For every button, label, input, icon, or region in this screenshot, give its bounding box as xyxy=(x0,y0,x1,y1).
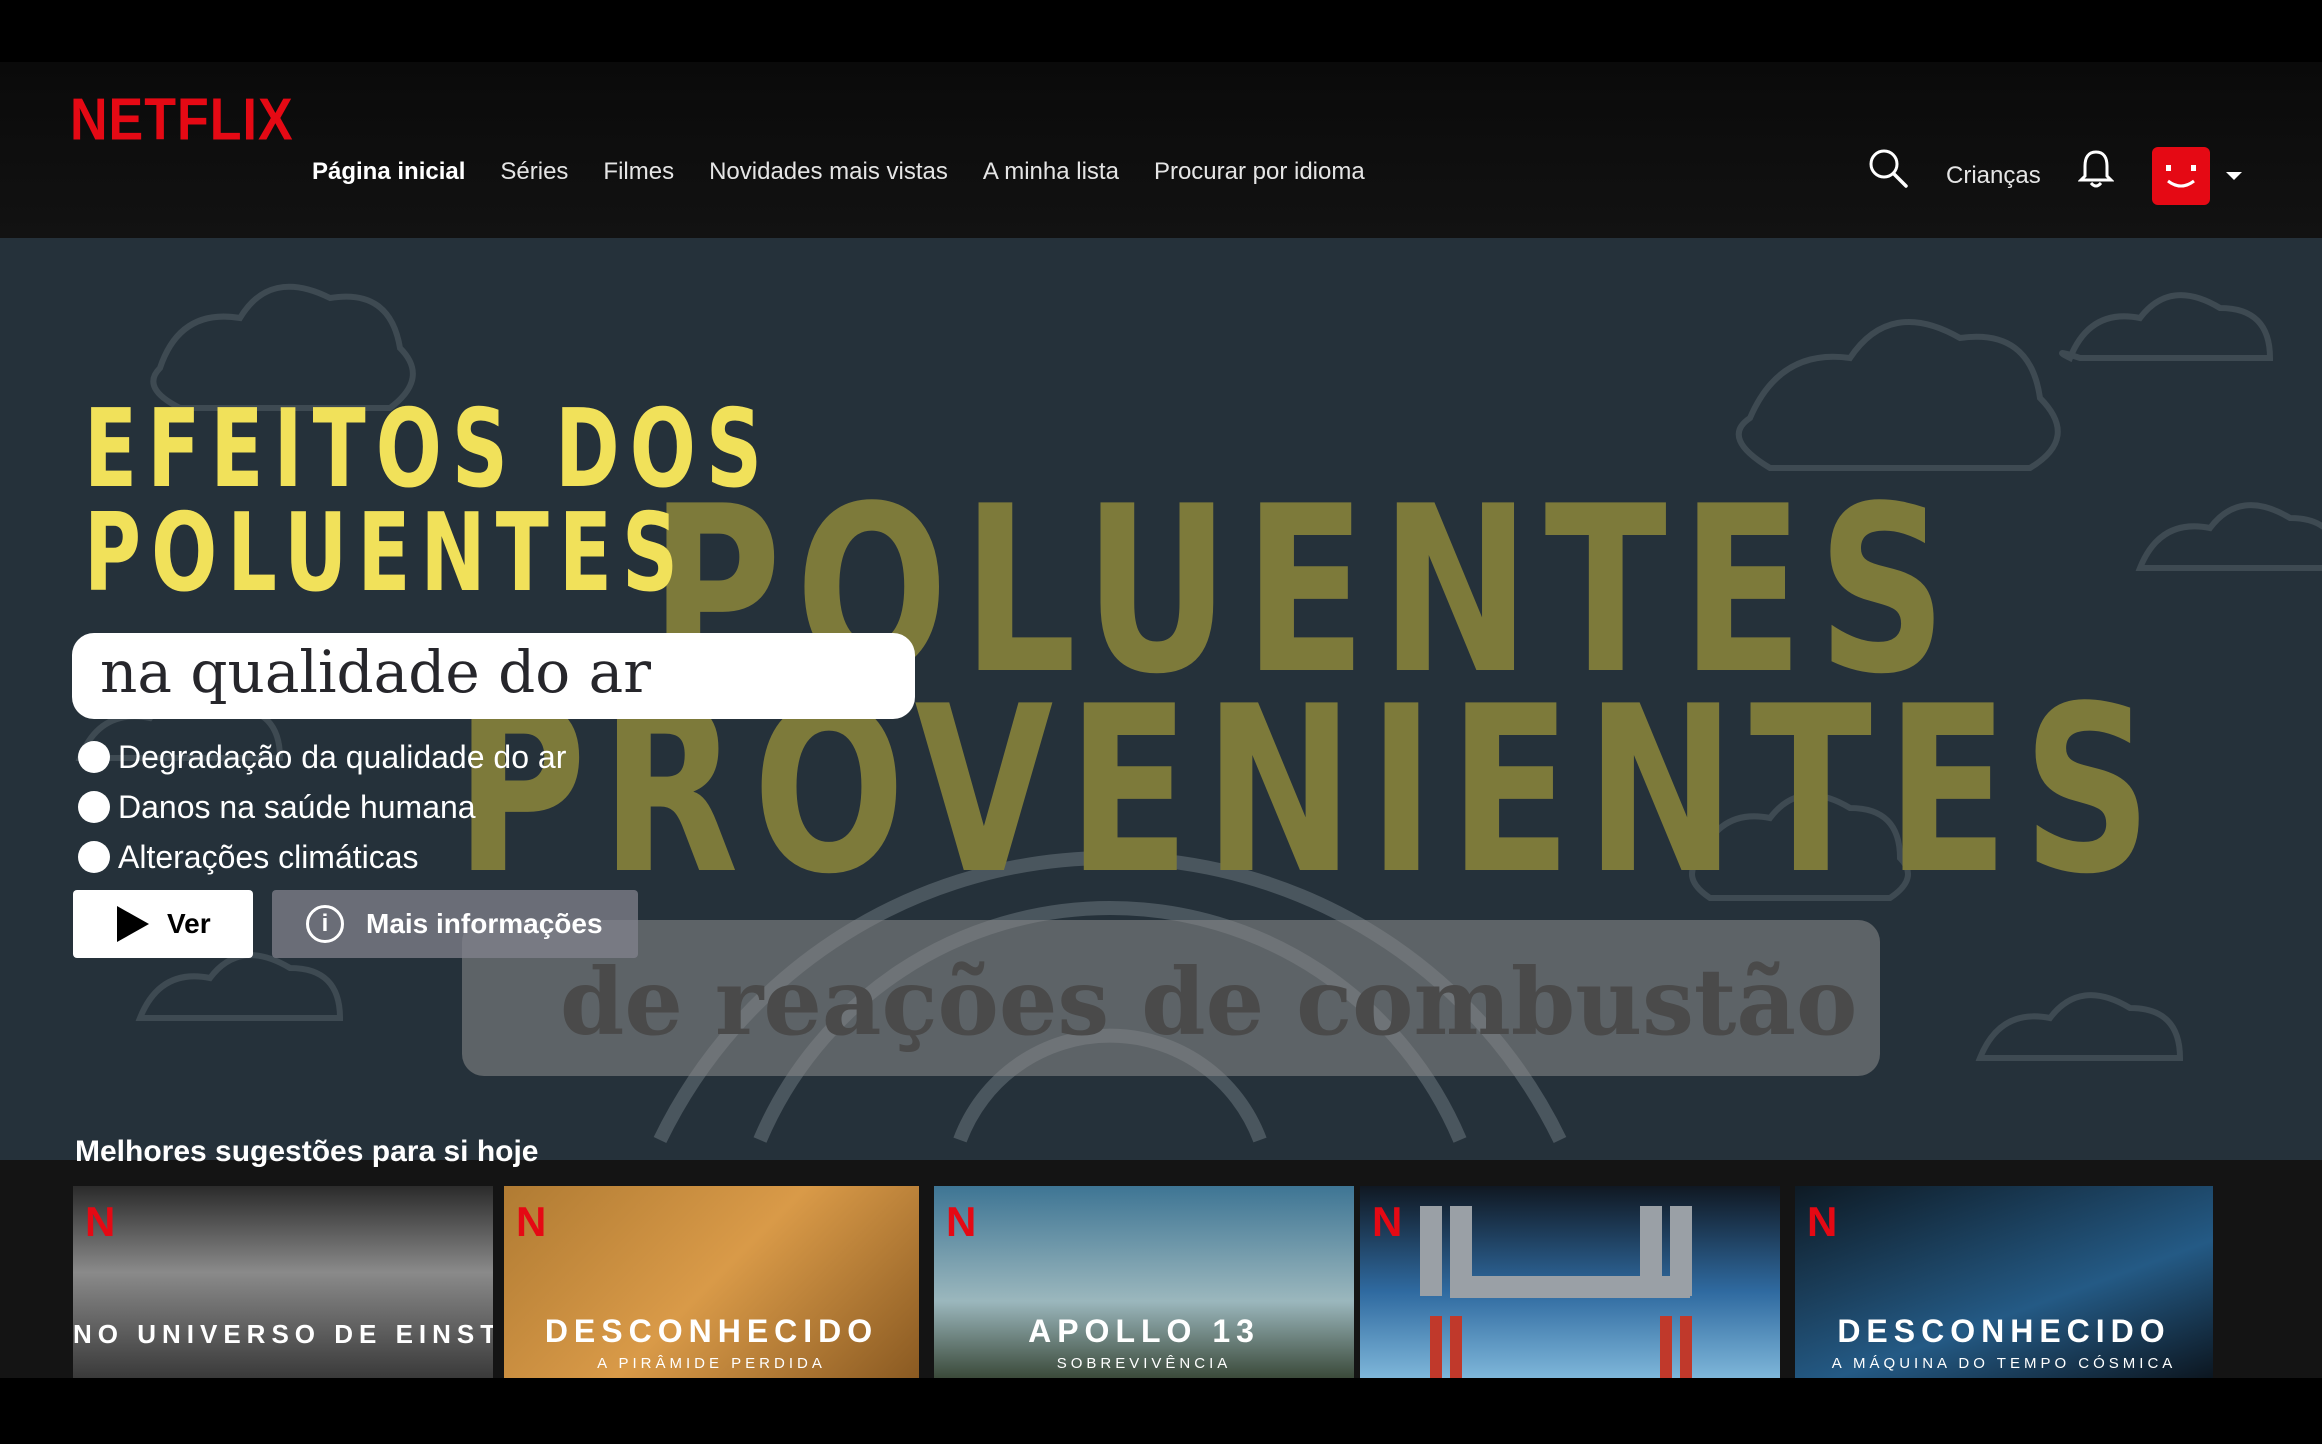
play-button[interactable]: Ver xyxy=(73,890,253,958)
row-title: Melhores sugestões para si hoje xyxy=(75,1135,539,1168)
card-subtitle: A MÁQUINA DO TEMPO CÓSMICA xyxy=(1831,1355,2177,1372)
list-item: Danos na saúde humana xyxy=(78,782,566,832)
more-info-button[interactable]: i Mais informações xyxy=(272,890,638,958)
profile-avatar[interactable] xyxy=(2152,147,2210,205)
nav-my-list[interactable]: A minha lista xyxy=(983,158,1119,186)
card-subtitle: A PIRÂMIDE PERDIDA xyxy=(597,1355,826,1372)
bullet-text: Alterações climáticas xyxy=(118,838,419,875)
list-item: Alterações climáticas xyxy=(78,832,566,882)
kids-link[interactable]: Crianças xyxy=(1946,162,2041,190)
netflix-n-icon: N xyxy=(946,1198,977,1245)
bell-icon[interactable] xyxy=(2078,146,2114,190)
nav-links: Página inicial Séries Filmes Novidades m… xyxy=(312,158,1400,186)
title-card-apollo13[interactable]: N APOLLO 13 SOBREVIVÊNCIA xyxy=(934,1186,1354,1378)
nav-new-popular[interactable]: Novidades mais vistas xyxy=(709,158,948,186)
hero-subtitle: na qualidade do ar xyxy=(100,638,651,706)
bullet-dot-icon xyxy=(78,791,110,823)
combustion-caption: de reações de combustão xyxy=(560,948,1858,1056)
card-title: DESCONHECIDO xyxy=(544,1313,879,1349)
chevron-down-icon[interactable] xyxy=(2226,172,2242,180)
bullet-text: Danos na saúde humana xyxy=(118,788,476,825)
play-icon xyxy=(117,906,149,942)
list-item: Degradação da qualidade do ar xyxy=(78,732,566,782)
card-title: DESCONHECIDO xyxy=(1837,1313,2171,1349)
card-title: APOLLO 13 xyxy=(1028,1313,1260,1349)
info-icon: i xyxy=(306,905,344,943)
hero-title-line1: EFEITOS DOS xyxy=(84,387,773,512)
more-info-label: Mais informações xyxy=(366,908,603,939)
nav-home[interactable]: Página inicial xyxy=(312,158,465,186)
netflix-n-icon: N xyxy=(1807,1198,1838,1245)
netflix-logo[interactable]: NETFLIX xyxy=(70,86,294,155)
bullet-text: Degradação da qualidade do ar xyxy=(118,738,567,775)
netflix-n-icon: N xyxy=(516,1198,547,1245)
bottom-letterbox xyxy=(0,1378,2322,1444)
nav-movies[interactable]: Filmes xyxy=(603,158,674,186)
hero-billboard: POLUENTES PROVENIENTES de reações de com… xyxy=(0,238,2322,1160)
smiley-face-icon xyxy=(2166,165,2196,188)
hero-title-line2: POLUENTES xyxy=(84,491,689,616)
netflix-n-icon: N xyxy=(85,1198,116,1245)
title-card-piramide[interactable]: N DESCONHECIDO A PIRÂMIDE PERDIDA xyxy=(504,1186,919,1378)
space-station-image xyxy=(1420,1206,1692,1378)
title-card-cosmic-machine[interactable]: N DESCONHECIDO A MÁQUINA DO TEMPO CÓSMIC… xyxy=(1795,1186,2213,1378)
nav-series[interactable]: Séries xyxy=(500,158,568,186)
play-button-label: Ver xyxy=(167,908,211,939)
nav-browse-language[interactable]: Procurar por idioma xyxy=(1154,158,1365,186)
card-subtitle: SOBREVIVÊNCIA xyxy=(1056,1355,1232,1372)
bullet-dot-icon xyxy=(78,841,110,873)
bullet-list: Degradação da qualidade do ar Danos na s… xyxy=(78,732,566,882)
card-title: NO UNIVERSO DE EINSTEIN xyxy=(73,1319,493,1349)
bullet-dot-icon xyxy=(78,741,110,773)
hero-title: EFEITOS DOS POLUENTES xyxy=(84,387,773,616)
top-letterbox xyxy=(0,0,2322,62)
search-icon[interactable] xyxy=(1866,146,1910,190)
navbar xyxy=(0,62,2322,238)
title-card-space-station[interactable]: N xyxy=(1360,1186,1780,1378)
title-card-einstein[interactable]: N NO UNIVERSO DE EINSTEIN xyxy=(73,1186,493,1378)
